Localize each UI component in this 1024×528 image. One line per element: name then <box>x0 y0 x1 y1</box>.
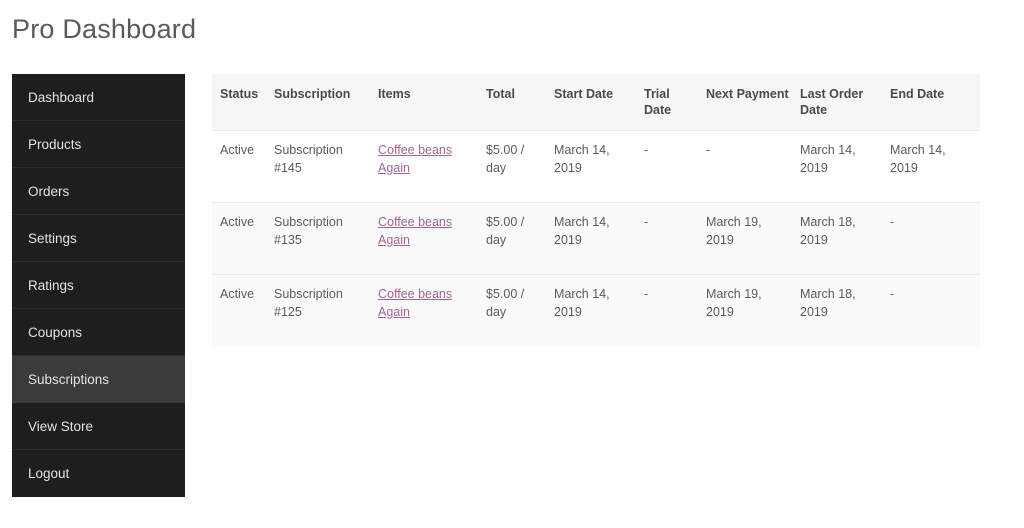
cell-status: Active <box>212 274 274 347</box>
sidebar-item-view-store[interactable]: View Store <box>12 403 185 450</box>
table-row: Active Subscription #135 Coffee beans Ag… <box>212 202 980 275</box>
subscriptions-table: Status Subscription Items Total Start Da… <box>212 74 980 347</box>
column-header-next-payment: Next Payment <box>706 74 800 131</box>
column-header-trial-date: Trial Date <box>644 74 706 131</box>
item-link[interactable]: Coffee beans Again <box>378 287 452 319</box>
column-header-total: Total <box>486 74 554 131</box>
page-title: Pro Dashboard <box>12 14 197 44</box>
cell-total: $5.00 / day <box>486 274 554 347</box>
item-link[interactable]: Coffee beans Again <box>378 143 452 175</box>
column-header-status: Status <box>212 74 274 131</box>
cell-subscription: Subscription #145 <box>274 130 378 203</box>
cell-next-payment: March 19, 2019 <box>706 202 800 275</box>
sidebar-item-logout[interactable]: Logout <box>12 450 185 497</box>
table-row: Active Subscription #125 Coffee beans Ag… <box>212 274 980 347</box>
cell-total: $5.00 / day <box>486 130 554 203</box>
table-row: Active Subscription #145 Coffee beans Ag… <box>212 130 980 203</box>
subscriptions-table-container: Status Subscription Items Total Start Da… <box>212 74 980 347</box>
cell-items: Coffee beans Again <box>378 202 486 275</box>
sidebar-nav: Dashboard Products Orders Settings Ratin… <box>12 74 185 497</box>
sidebar-item-coupons[interactable]: Coupons <box>12 309 185 356</box>
cell-next-payment: March 19, 2019 <box>706 274 800 347</box>
column-header-last-order-date: Last Order Date <box>800 74 890 131</box>
cell-status: Active <box>212 202 274 275</box>
sidebar-item-label: Ratings <box>28 278 74 293</box>
cell-status: Active <box>212 130 274 203</box>
cell-last-order-date: March 18, 2019 <box>800 202 890 275</box>
cell-end-date: - <box>890 202 980 275</box>
cell-trial-date: - <box>644 202 706 275</box>
column-header-items: Items <box>378 74 486 131</box>
sidebar-item-orders[interactable]: Orders <box>12 168 185 215</box>
table-body: Active Subscription #145 Coffee beans Ag… <box>212 130 980 347</box>
sidebar-item-settings[interactable]: Settings <box>12 215 185 262</box>
column-header-subscription: Subscription <box>274 74 378 131</box>
cell-start-date: March 14, 2019 <box>554 130 644 203</box>
table-header-row: Status Subscription Items Total Start Da… <box>212 74 980 131</box>
sidebar-item-label: Orders <box>28 184 70 199</box>
cell-end-date: - <box>890 274 980 347</box>
sidebar-item-subscriptions[interactable]: Subscriptions <box>12 356 185 403</box>
column-header-start-date: Start Date <box>554 74 644 131</box>
cell-end-date: March 14, 2019 <box>890 130 980 203</box>
cell-next-payment: - <box>706 130 800 203</box>
cell-subscription: Subscription #125 <box>274 274 378 347</box>
table-header: Status Subscription Items Total Start Da… <box>212 74 980 131</box>
cell-subscription: Subscription #135 <box>274 202 378 275</box>
cell-total: $5.00 / day <box>486 202 554 275</box>
sidebar-item-ratings[interactable]: Ratings <box>12 262 185 309</box>
sidebar-item-label: Subscriptions <box>28 372 110 387</box>
cell-last-order-date: March 18, 2019 <box>800 274 890 347</box>
cell-trial-date: - <box>644 274 706 347</box>
cell-items: Coffee beans Again <box>378 130 486 203</box>
cell-start-date: March 14, 2019 <box>554 202 644 275</box>
sidebar-item-label: Products <box>28 137 82 152</box>
column-header-end-date: End Date <box>890 74 980 131</box>
item-link[interactable]: Coffee beans Again <box>378 215 452 247</box>
sidebar-item-label: Settings <box>28 231 77 246</box>
cell-items: Coffee beans Again <box>378 274 486 347</box>
sidebar-item-products[interactable]: Products <box>12 121 185 168</box>
cell-last-order-date: March 14, 2019 <box>800 130 890 203</box>
sidebar-item-label: Dashboard <box>28 90 95 105</box>
sidebar-item-label: Logout <box>28 466 70 481</box>
cell-trial-date: - <box>644 130 706 203</box>
cell-start-date: March 14, 2019 <box>554 274 644 347</box>
sidebar-item-label: Coupons <box>28 325 83 340</box>
sidebar-item-label: View Store <box>28 419 94 434</box>
sidebar-item-dashboard[interactable]: Dashboard <box>12 74 185 121</box>
